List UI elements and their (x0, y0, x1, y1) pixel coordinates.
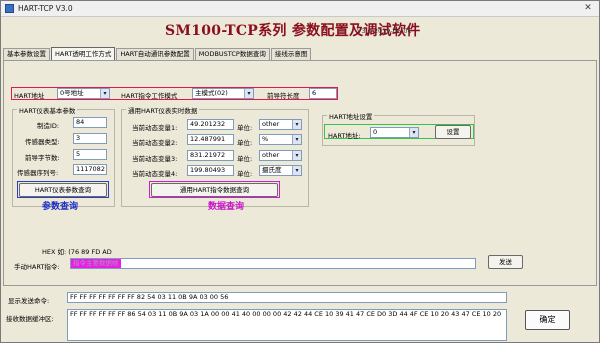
work-mode-label: HART指令工作模式 (121, 92, 178, 100)
tab-wiring-diagram[interactable]: 接线示意图 (270, 48, 312, 60)
manufacturer-id-field[interactable]: 84 (73, 117, 107, 128)
dynamic-var4-label: 当前动态变量4: (132, 170, 178, 178)
dynamic-var3-value[interactable]: 831.21972 (187, 150, 234, 161)
preamble-input[interactable]: 6 (309, 88, 337, 99)
manual-command-text: 指令主要数据帧 (71, 259, 121, 268)
tab-content: HART地址 0号地址 ▾ HART指令工作模式 主模式(02) ▾ 前导符长度… (3, 60, 597, 286)
window-title: HART-TCP V3.0 (18, 4, 73, 13)
manufacturer-id-label: 制造ID: (37, 122, 60, 130)
unit1-value: other (262, 120, 280, 128)
tab-bar: 基本参数设置 HART透明工作方式 HART自动通讯参数配置 MODBUSTCP… (3, 47, 312, 60)
data-query-annotation: 数据查询 (208, 202, 245, 212)
unit3-value: other (262, 151, 280, 159)
recv-buffer-label: 接收数据缓冲区: (6, 315, 54, 323)
chevron-down-icon: ▾ (292, 166, 301, 175)
dynamic-var2-value[interactable]: 12.487991 (187, 134, 234, 145)
address-set-title: HART地址设置 (327, 111, 375, 121)
tab-basic-params[interactable]: 基本参数设置 (3, 48, 50, 60)
sensor-serial-field[interactable]: 1117082 (73, 164, 107, 175)
preamble-label: 前导符长度 (267, 92, 300, 100)
basic-params-title: HART仪表基本参数 (17, 105, 78, 115)
display-send-label: 显示发送命令: (8, 297, 50, 305)
title-bar: HART-TCP V3.0 ✕ (1, 1, 599, 17)
unit2-select[interactable]: % ▾ (259, 134, 302, 145)
unit2-value: % (262, 135, 269, 143)
confirm-button[interactable]: 确定 (525, 310, 570, 330)
app-window: HART-TCP V3.0 ✕ SM100-TCP系列 参数配置及调试软件 V3… (0, 0, 600, 343)
send-button[interactable]: 发送 (488, 255, 523, 269)
preamble-bytes-field[interactable]: 5 (73, 149, 107, 160)
unit4-value: 摄氏度 (262, 166, 282, 174)
manual-command-input[interactable]: 指令主要数据帧 (70, 258, 476, 269)
hart-address-value: 0号地址 (60, 89, 84, 97)
address-set-value: 0 (373, 128, 378, 136)
unit3-select[interactable]: other ▾ (259, 150, 302, 161)
tab-hart-transparent[interactable]: HART透明工作方式 (51, 47, 116, 60)
hart-param-query-button[interactable]: HART仪表参数查询 (19, 183, 107, 197)
unit1-label: 单位: (237, 124, 253, 132)
dynamic-var1-value[interactable]: 49.201232 (187, 119, 234, 130)
hex-hint-label: HEX 如: (76 89 FD AD (42, 248, 112, 256)
manual-command-label: 手动HART指令: (14, 263, 60, 271)
unit4-select[interactable]: 摄氏度 ▾ (259, 165, 302, 176)
unit4-label: 单位: (237, 170, 253, 178)
unit1-select[interactable]: other ▾ (259, 119, 302, 130)
tab-hart-auto-comm[interactable]: HART自动通讯参数配置 (116, 48, 194, 60)
work-mode-value: 主模式(02) (195, 89, 228, 97)
dynamic-var3-label: 当前动态变量3: (132, 155, 178, 163)
tab-modbustcp-query[interactable]: MODBUSTCP数据查询 (194, 48, 270, 60)
realtime-data-title: 通用HART仪表实时数据 (126, 105, 200, 115)
version-label: V3.0 2019-06-06 (357, 27, 412, 35)
work-mode-select[interactable]: 主模式(02) ▾ (192, 88, 254, 99)
sensor-type-label: 传感器类型: (25, 138, 60, 146)
dynamic-var2-label: 当前动态变量2: (132, 139, 178, 147)
sensor-type-field[interactable]: 3 (73, 133, 107, 144)
chevron-down-icon: ▾ (409, 128, 418, 137)
param-query-annotation: 参数查询 (42, 202, 79, 212)
close-icon[interactable]: ✕ (581, 3, 595, 14)
chevron-down-icon: ▾ (100, 89, 109, 98)
unit2-label: 单位: (237, 139, 253, 147)
unit3-label: 单位: (237, 155, 253, 163)
address-set-button[interactable]: 设置 (435, 125, 471, 139)
chevron-down-icon: ▾ (292, 151, 301, 160)
sensor-serial-label: 传感器序列号: (17, 169, 59, 177)
recv-buffer-field[interactable]: FF FF FF FF FF FF 86 54 03 11 0B 9A 03 1… (67, 309, 507, 341)
preamble-bytes-label: 前导字节数: (25, 154, 60, 162)
chevron-down-icon: ▾ (292, 135, 301, 144)
hart-command-query-button[interactable]: 通用HART指令数据查询 (151, 183, 278, 197)
hart-address-label: HART地址 (14, 92, 45, 100)
chevron-down-icon: ▾ (244, 89, 253, 98)
app-icon (5, 4, 14, 13)
dynamic-var1-label: 当前动态变量1: (132, 124, 178, 132)
dynamic-var4-value[interactable]: 199.80493 (187, 165, 234, 176)
hart-address-select[interactable]: 0号地址 ▾ (57, 88, 110, 99)
chevron-down-icon: ▾ (292, 120, 301, 129)
display-send-field[interactable]: FF FF FF FF FF FF FF 82 54 03 11 0B 9A 0… (67, 292, 507, 303)
address-set-select[interactable]: 0 ▾ (370, 127, 419, 138)
address-set-label: HART地址: (328, 132, 361, 140)
